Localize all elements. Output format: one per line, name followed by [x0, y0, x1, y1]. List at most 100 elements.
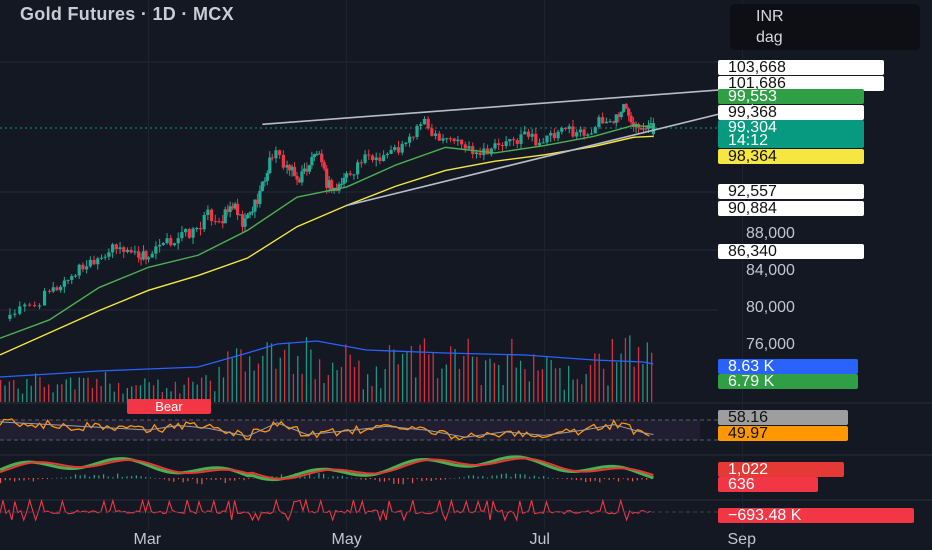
macd-histogram-bar	[102, 474, 105, 479]
macd-histogram-bar	[379, 478, 381, 482]
volume-bar	[253, 370, 255, 402]
candle-up	[400, 143, 404, 153]
volume-bar	[91, 388, 94, 402]
volume-bar	[528, 381, 530, 402]
candle-down	[396, 147, 401, 153]
price-tag-99553: 99,553	[718, 89, 864, 105]
candle-down	[511, 139, 516, 141]
volume-bar	[380, 388, 382, 402]
candle-down	[270, 157, 274, 159]
candle-up	[385, 153, 389, 156]
macd-histogram-bar	[159, 478, 161, 479]
volume-bar	[576, 379, 579, 402]
candle-down	[47, 290, 52, 292]
volume-bar	[222, 377, 225, 402]
candle-up	[300, 171, 304, 183]
macd-histogram-bar	[182, 478, 184, 483]
volume-bar	[607, 385, 609, 402]
chart-window: Bear 88,000 84,000 80,000 76,000 Mar May Jul Se…	[0, 0, 932, 550]
candle-up	[586, 134, 590, 136]
candle-up	[180, 232, 184, 239]
macd-histogram-bar	[163, 478, 166, 480]
candle-up	[38, 305, 42, 307]
wedge-trendline-lower	[346, 105, 753, 207]
volume-bar	[585, 373, 587, 402]
macd-histogram-bar	[369, 478, 372, 480]
candle-down	[601, 117, 605, 124]
candle-up	[59, 286, 63, 291]
macd-histogram-bar	[117, 473, 119, 479]
candle-down	[320, 153, 324, 163]
candle-up	[567, 126, 571, 129]
macd-histogram-bar	[482, 475, 484, 479]
macd-histogram-bar	[234, 478, 236, 481]
macd-histogram-bar	[46, 478, 49, 480]
macd-histogram-bar	[74, 474, 77, 479]
macd-histogram-bar	[84, 474, 86, 479]
macd-histogram-bar	[210, 478, 212, 480]
volume-bar	[4, 385, 6, 402]
macd-histogram-bar	[594, 478, 596, 481]
candle-up	[23, 304, 27, 307]
candle-up	[545, 135, 549, 143]
macd-histogram-bar	[557, 478, 559, 479]
candle-up	[184, 229, 188, 233]
candle-up	[651, 123, 655, 135]
volume-bar	[270, 343, 273, 402]
volume-bar	[559, 368, 561, 402]
volume-bar	[651, 352, 653, 402]
price-tag-98364: 98,364	[718, 149, 864, 165]
macd-histogram-bar	[407, 478, 409, 480]
macd-histogram-bar	[4, 478, 6, 481]
macd-histogram-bar	[393, 478, 395, 484]
macd-histogram-bar	[323, 473, 325, 479]
volume-bar	[533, 354, 535, 402]
volume-bar	[362, 389, 364, 402]
candle-down	[430, 128, 434, 136]
x-tick-label: Mar	[134, 531, 162, 548]
symbol-title[interactable]: Gold Futures · 1D · MCX	[20, 4, 234, 25]
volume-bar	[100, 385, 102, 402]
macd-histogram-bar	[440, 478, 442, 480]
currency-unit-box[interactable]: INR dag	[730, 4, 920, 50]
macd-histogram-bar	[0, 478, 2, 484]
macd-histogram-bar	[608, 478, 610, 481]
macd-histogram-bar	[477, 476, 479, 479]
macd-histogram-bar	[646, 478, 648, 480]
volume-bar	[624, 337, 627, 402]
candle-down	[114, 244, 118, 250]
macd-histogram-bar	[641, 478, 643, 480]
macd-line	[0, 455, 654, 482]
candle-up	[519, 134, 523, 144]
candle-down	[563, 127, 568, 129]
volume-bar	[310, 349, 312, 402]
candle-down	[187, 229, 191, 238]
macd-histogram-bar	[23, 478, 25, 481]
volume-bar	[332, 362, 334, 402]
candle-up	[268, 157, 272, 174]
candle-up	[118, 247, 122, 250]
volume-bar	[441, 368, 443, 402]
macd-histogram-bar	[585, 478, 587, 483]
macd-histogram-bar	[397, 478, 400, 484]
volume-bar	[546, 357, 548, 402]
volume-bar	[375, 366, 378, 402]
candle-up	[96, 258, 100, 265]
macd-histogram-bar	[18, 478, 20, 481]
candle-up	[556, 131, 560, 139]
candle-up	[150, 253, 154, 258]
obv-tag: −693.48 K	[718, 508, 914, 524]
volume-bar	[401, 353, 404, 402]
candle-up	[62, 280, 66, 287]
candle-down	[122, 247, 126, 252]
obv-line	[0, 498, 651, 522]
macd-histogram-bar	[468, 475, 470, 479]
candle-up	[508, 139, 512, 142]
volume-bar	[65, 379, 67, 402]
candle-up	[260, 181, 264, 191]
macd-histogram-bar	[524, 474, 526, 479]
volume-bar	[458, 368, 461, 402]
volume-bar	[384, 369, 386, 402]
macd-histogram-bar	[145, 477, 147, 479]
candle-down	[278, 150, 282, 155]
